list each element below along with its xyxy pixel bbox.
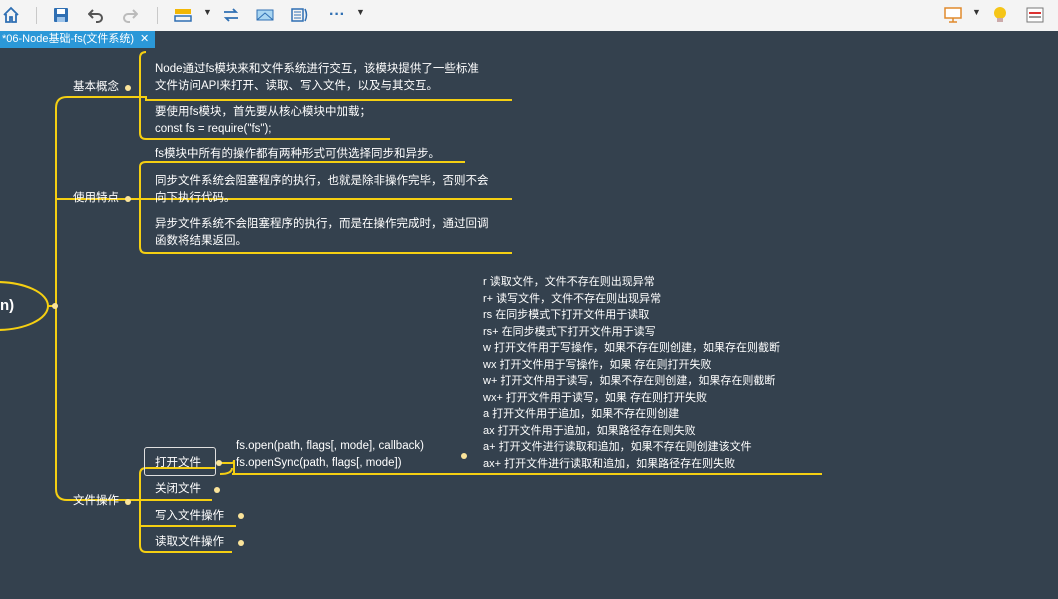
flag-item[interactable]: ax 打开文件用于追加，如果路径存在则失败	[483, 423, 696, 440]
basic-item-1-line-1[interactable]: Node通过fs模块来和文件系统进行交互，该模块提供了一些标准	[155, 61, 479, 78]
basic-item-2-line-1[interactable]: 要使用fs模块，首先要从核心模块中加载；	[155, 104, 371, 121]
presentation-icon[interactable]	[942, 5, 964, 25]
branch-usage-features[interactable]: 使用特点	[73, 190, 119, 207]
toolbar-divider	[36, 7, 37, 24]
chevron-down-icon[interactable]: ▼	[972, 7, 981, 17]
toolbar: ▼ ··· ▼ ▼	[0, 0, 1058, 32]
usage-item-2-line-1[interactable]: 同步文件系统会阻塞程序的执行，也就是除非操作完毕，否则不会	[155, 173, 489, 190]
branch-file-operations[interactable]: 文件操作	[73, 493, 119, 510]
fileops-write[interactable]: 写入文件操作	[155, 508, 224, 525]
flag-item[interactable]: ax+ 打开文件进行读取和追加，如果路径存在则失败	[483, 456, 735, 473]
mind-map-canvas[interactable]: n) 基本概念 使用特点 文件操作 Node通过fs模块来和文件系统进行交互，该…	[0, 48, 1058, 599]
chevron-down-icon[interactable]: ▼	[203, 7, 212, 17]
flag-item[interactable]: rs 在同步模式下打开文件用于读取	[483, 307, 649, 324]
save-icon[interactable]	[50, 5, 72, 25]
flag-item[interactable]: a+ 打开文件进行读取和追加，如果不存在则创建该文件	[483, 439, 752, 456]
flag-item[interactable]: w+ 打开文件用于读写，如果不存在则创建，如果存在则截断	[483, 373, 775, 390]
undo-icon[interactable]	[85, 5, 107, 25]
open-api-async[interactable]: fs.open(path, flags[, mode], callback)	[236, 438, 424, 455]
home-icon[interactable]	[0, 5, 22, 25]
relationship-icon[interactable]	[220, 5, 242, 25]
boundary-icon[interactable]	[254, 5, 276, 25]
branch-basic-concept[interactable]: 基本概念	[73, 79, 119, 96]
fileops-open[interactable]: 打开文件	[155, 455, 201, 472]
fileops-close[interactable]: 关闭文件	[155, 481, 201, 498]
basic-item-1-line-2[interactable]: 文件访问API来打开、读取、写入文件，以及与其交互。	[155, 78, 438, 95]
tab-document[interactable]: *06-Node基础-fs(文件系统) ✕	[0, 31, 156, 48]
flag-item[interactable]: wx 打开文件用于写操作，如果 存在则打开失败	[483, 357, 712, 374]
usage-item-2-line-2[interactable]: 向下执行代码。	[155, 190, 236, 207]
usage-item-3-line-2[interactable]: 函数将结果返回。	[155, 233, 247, 250]
basic-item-2-line-2[interactable]: const fs = require("fs");	[155, 121, 272, 138]
flag-item[interactable]: a 打开文件用于追加，如果不存在则创建	[483, 406, 679, 423]
flag-item[interactable]: r 读取文件，文件不存在则出现异常	[483, 274, 655, 291]
root-node-dot	[52, 303, 58, 309]
redo-icon[interactable]	[119, 5, 141, 25]
open-api-sync[interactable]: fs.openSync(path, flags[, mode])	[236, 455, 402, 472]
insert-topic-icon[interactable]	[172, 5, 194, 25]
flag-item[interactable]: rs+ 在同步模式下打开文件用于读写	[483, 324, 656, 341]
flag-item[interactable]: wx+ 打开文件用于读写，如果 存在则打开失败	[483, 390, 707, 407]
tab-bar	[0, 31, 1058, 48]
close-icon[interactable]: ✕	[140, 33, 149, 45]
usage-item-1[interactable]: fs模块中所有的操作都有两种形式可供选择同步和异步。	[155, 146, 440, 163]
root-topic-label[interactable]: n)	[0, 297, 14, 314]
fileops-read[interactable]: 读取文件操作	[155, 534, 224, 551]
flag-item[interactable]: r+ 读写文件，文件不存在则出现异常	[483, 291, 661, 308]
chevron-down-icon[interactable]: ▼	[356, 7, 365, 17]
summary-icon[interactable]	[289, 5, 311, 25]
tab-title: *06-Node基础-fs(文件系统)	[2, 33, 135, 45]
idea-icon[interactable]	[989, 5, 1011, 25]
toolbar-divider	[157, 7, 158, 24]
more-icon[interactable]: ···	[326, 5, 348, 25]
usage-item-3-line-1[interactable]: 异步文件系统不会阻塞程序的执行，而是在操作完成时，通过回调	[155, 216, 489, 233]
panel-icon[interactable]	[1024, 5, 1046, 25]
flag-item[interactable]: w 打开文件用于写操作，如果不存在则创建，如果存在则截断	[483, 340, 780, 357]
